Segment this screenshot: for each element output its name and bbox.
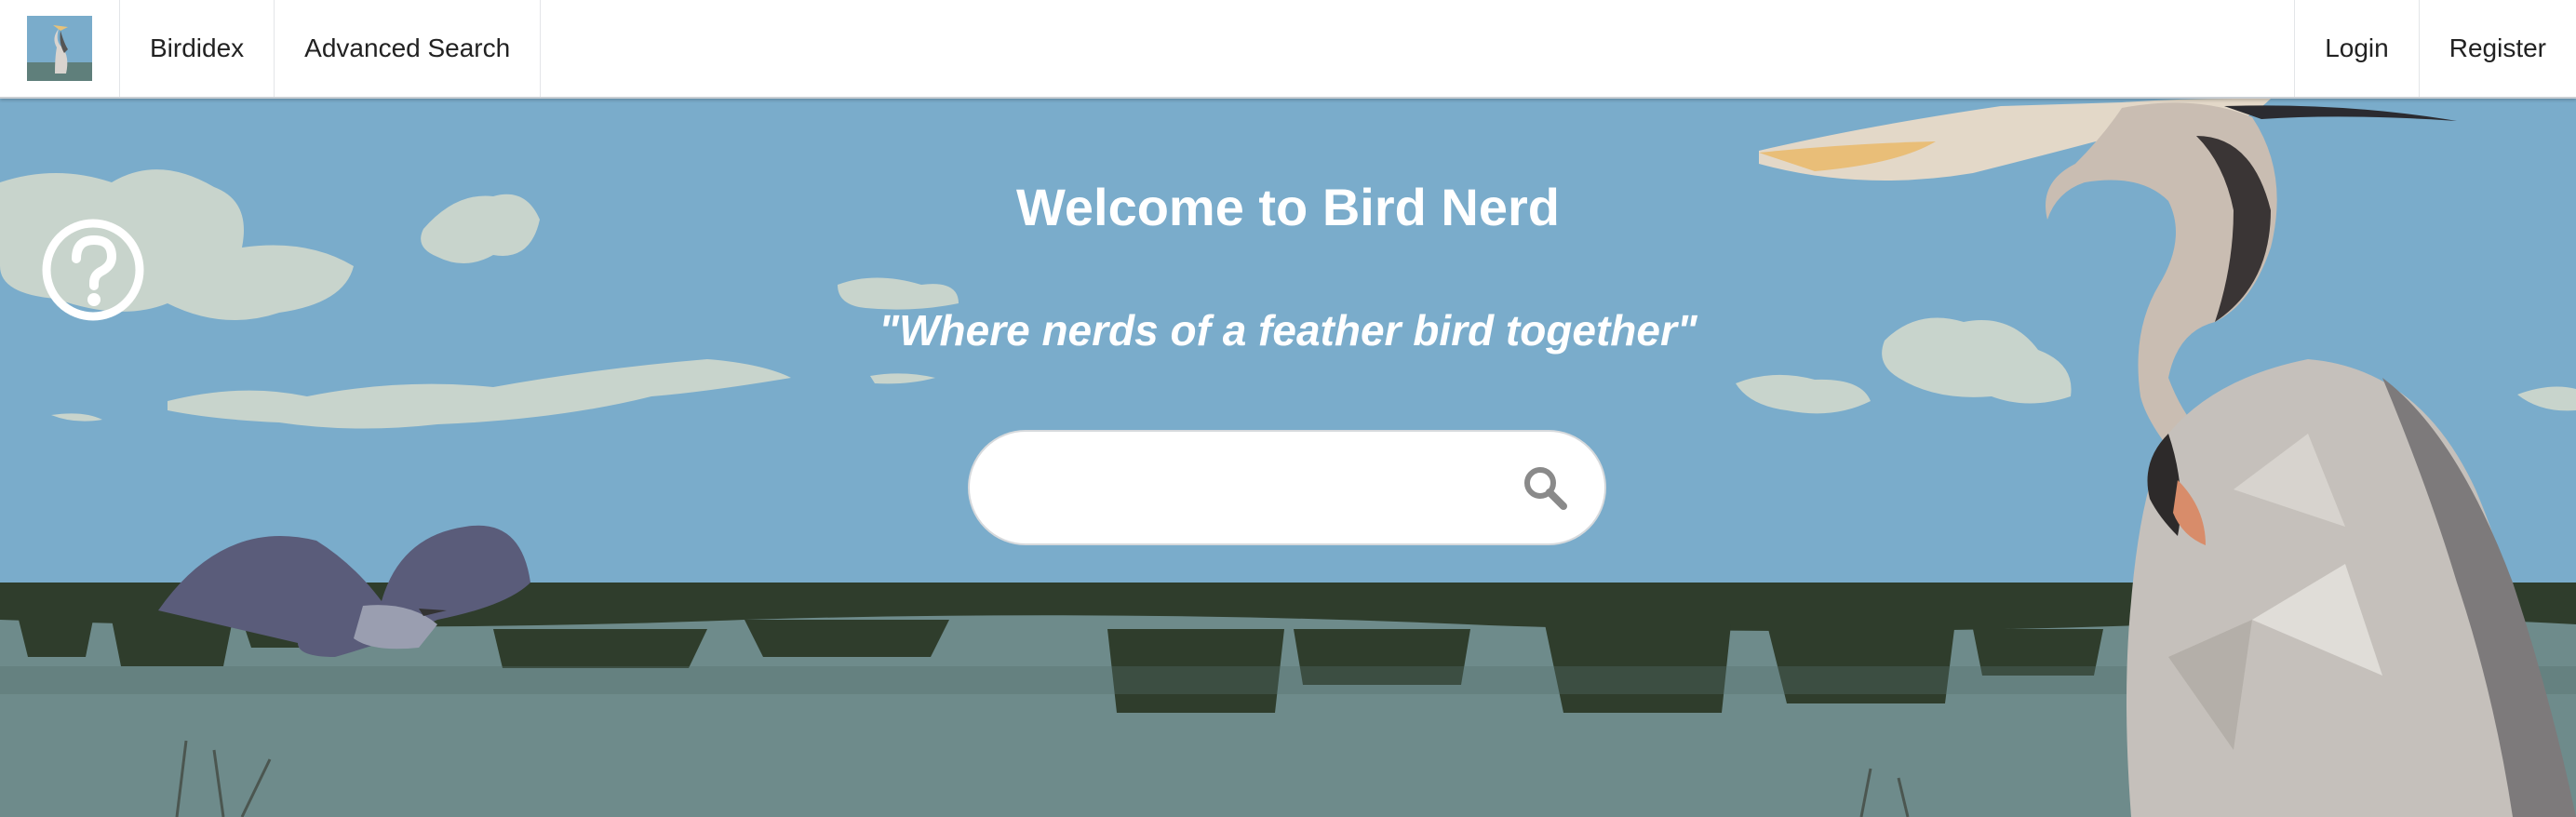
tagline: "Where nerds of a feather bird together" <box>879 306 1697 355</box>
nav-advanced-search-label: Advanced Search <box>304 33 511 62</box>
search-input[interactable] <box>970 432 1508 543</box>
top-navbar: Birdidex Advanced Search Login Register <box>0 0 2576 99</box>
search-icon <box>1524 467 1567 510</box>
nav-advanced-search[interactable]: Advanced Search <box>275 0 542 97</box>
nav-register-label: Register <box>2449 33 2546 62</box>
nav-birdidex[interactable]: Birdidex <box>120 0 275 97</box>
home-logo-link[interactable] <box>0 0 120 97</box>
heron-logo-icon <box>27 16 92 81</box>
page-title: Welcome to Bird Nerd <box>1016 178 1560 236</box>
search-button[interactable] <box>1508 450 1582 525</box>
nav-birdidex-label: Birdidex <box>150 33 245 62</box>
nav-login-label: Login <box>2325 33 2389 62</box>
nav-login[interactable]: Login <box>2294 0 2419 97</box>
search-bar <box>968 430 1606 545</box>
nav-register[interactable]: Register <box>2418 0 2576 97</box>
